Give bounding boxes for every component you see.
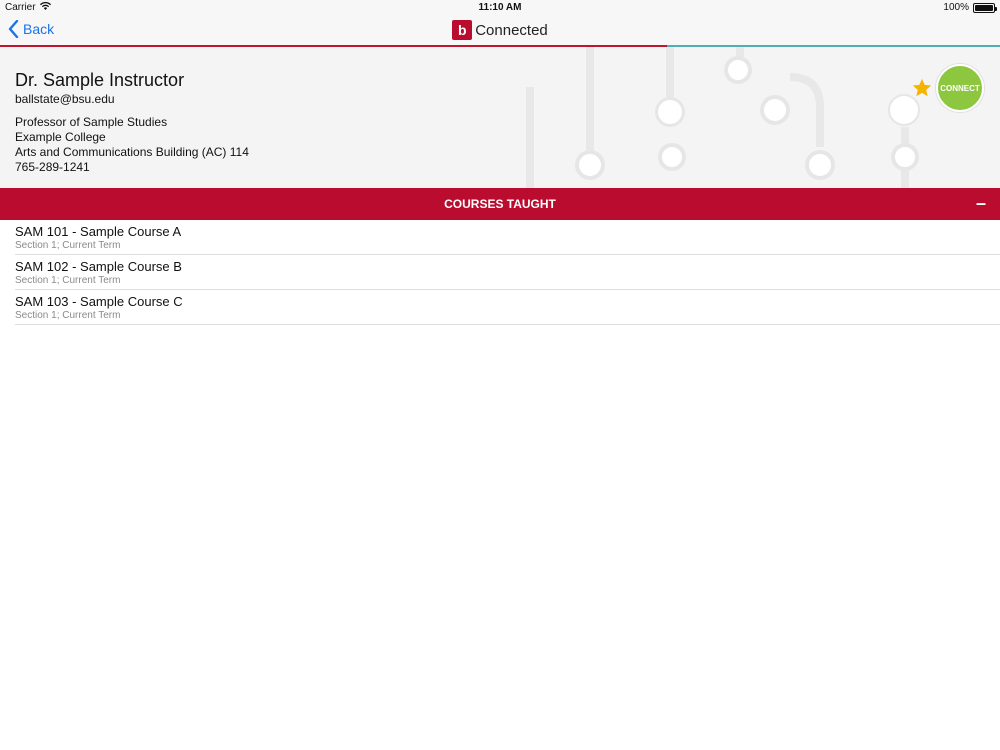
battery-icon [973,2,997,13]
app-name: Connected [475,21,548,39]
section-title: COURSES TAUGHT [444,197,556,211]
instructor-phone[interactable]: 765-289-1241 [15,160,249,175]
instructor-college: Example College [15,130,106,144]
status-time: 11:10 AM [478,2,522,13]
status-bar: Carrier 11:10 AM 100% [0,0,1000,16]
instructor-office: Arts and Communications Building (AC) 11… [15,145,249,159]
connect-button[interactable]: CONNECT [936,64,984,112]
favorite-button[interactable] [911,77,933,99]
list-item[interactable]: SAM 103 - Sample Course C Section 1; Cur… [15,290,1000,325]
list-item[interactable]: SAM 102 - Sample Course B Section 1; Cur… [15,255,1000,290]
collapse-button[interactable]: – [976,193,986,214]
instructor-email[interactable]: ballstate@bsu.edu [15,92,115,106]
course-list: SAM 101 - Sample Course A Section 1; Cur… [15,220,1000,325]
course-title: SAM 101 - Sample Course A [15,224,182,239]
course-subtitle: Section 1; Current Term [15,240,121,251]
app-logo: b [452,20,473,40]
instructor-title: Professor of Sample Studies [15,115,168,129]
app-brand: b Connected [0,20,1000,40]
list-item[interactable]: SAM 101 - Sample Course A Section 1; Cur… [15,220,1000,255]
navigation-bar: Back b Connected [0,16,1000,46]
profile-card: Dr. Sample Instructor ballstate@bsu.edu … [0,47,1000,188]
circuit-pattern-background [526,47,920,188]
star-icon [912,78,932,97]
course-subtitle: Section 1; Current Term [15,310,121,321]
course-title: SAM 103 - Sample Course C [15,294,183,309]
instructor-name: Dr. Sample Instructor [15,70,185,90]
course-title: SAM 102 - Sample Course B [15,259,182,274]
courses-taught-header[interactable]: COURSES TAUGHT – [0,188,1000,220]
course-subtitle: Section 1; Current Term [15,275,121,286]
battery-percent: 100% [943,2,969,13]
instructor-details: Professor of Sample Studies Example Coll… [15,115,249,175]
status-right: 100% [943,2,997,13]
